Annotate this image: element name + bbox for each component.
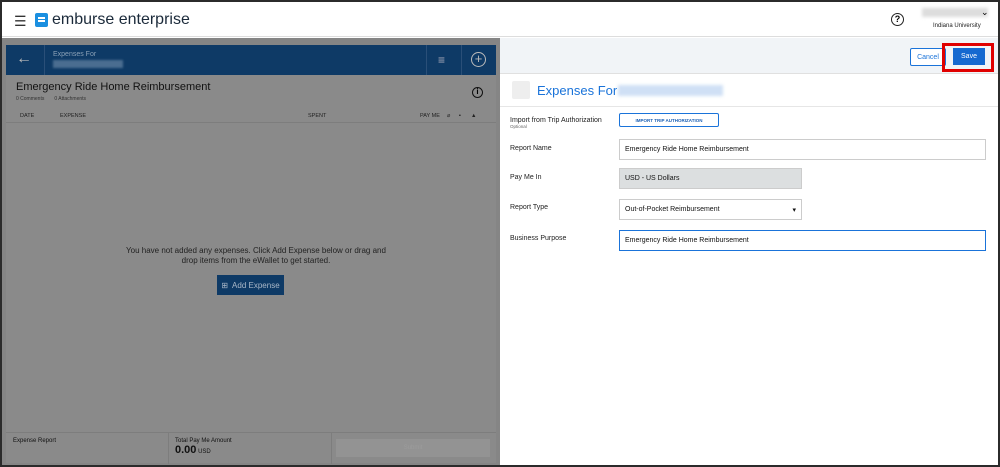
add-expense-label: Add Expense (232, 280, 280, 290)
col-date[interactable]: DATE (20, 113, 34, 119)
report-footer: Expense Report Total Pay Me Amount 0.00 U… (6, 432, 496, 464)
import-label: Import from Trip Authorization (510, 117, 602, 124)
col-pay-me[interactable]: PAY ME (420, 113, 440, 119)
report-type-label: Report Type (510, 204, 549, 211)
menu-icon[interactable]: ☰ (14, 13, 27, 30)
import-trip-authorization-button[interactable]: IMPORT TRIP AUTHORIZATION (619, 113, 719, 127)
user-name-redacted[interactable] (922, 8, 988, 17)
business-purpose-label: Business Purpose (510, 235, 567, 242)
logo[interactable]: emburse enterprise (35, 11, 190, 29)
total-label: Total Pay Me Amount (175, 438, 232, 444)
help-icon[interactable]: ? (891, 13, 904, 26)
report-form-panel: Cancel Save Expenses For Import from Tri… (500, 38, 998, 465)
header-subtitle: Expenses For (53, 51, 97, 58)
report-panel: ← Expenses For ≡ + Emergency Ride Home R… (2, 38, 500, 465)
report-title: Emergency Ride Home Reimbursement (16, 81, 211, 93)
total-amount: 0.00 (175, 444, 197, 456)
col-spent[interactable]: SPENT (308, 113, 326, 119)
report-type-select[interactable]: Out-of-Pocket Reimbursement ▾ (619, 199, 802, 220)
back-arrow-icon[interactable]: ← (16, 50, 32, 68)
optional-hint: Optional (510, 124, 527, 129)
comments-link[interactable]: 0 Comments (16, 96, 44, 102)
top-bar: ☰ emburse enterprise ? ⌄ Indiana Univers… (2, 2, 998, 37)
wallet-icon (512, 81, 530, 99)
info-icon[interactable]: i (472, 87, 483, 98)
pay-me-in-label: Pay Me In (510, 174, 542, 181)
employee-name-redacted (618, 85, 723, 96)
employee-name-redacted (53, 60, 123, 68)
add-circle-icon[interactable]: + (471, 52, 486, 67)
app-window: ☰ emburse enterprise ? ⌄ Indiana Univers… (2, 2, 998, 465)
report-name-input[interactable]: Emergency Ride Home Reimbursement (619, 139, 986, 160)
submit-button[interactable]: Submit (336, 439, 490, 457)
organization-name: Indiana University (933, 23, 981, 29)
expense-table-header: DATE EXPENSE SPENT PAY ME ⌀ ▪ ▲ (6, 109, 496, 123)
emburse-logo-icon (35, 13, 48, 27)
pay-me-in-field: USD - US Dollars (619, 168, 802, 189)
comment-icon: ▪ (459, 113, 461, 119)
form-title: Expenses For (537, 83, 618, 98)
brand-name: emburse enterprise (52, 11, 190, 28)
report-name-label: Report Name (510, 145, 552, 152)
paperclip-icon: ⌀ (447, 113, 451, 119)
cancel-button[interactable]: Cancel (910, 48, 946, 66)
empty-state-message: You have not added any expenses. Click A… (126, 246, 386, 265)
total-currency: USD (198, 449, 211, 455)
chevron-down-icon[interactable]: ⌄ (981, 7, 989, 18)
warning-icon: ▲ (471, 113, 477, 119)
footer-label: Expense Report (6, 433, 169, 464)
attachments-link[interactable]: 0 Attachments (54, 96, 86, 102)
report-type-value: Out-of-Pocket Reimbursement (625, 206, 720, 213)
plus-icon: ⊞ (221, 280, 229, 290)
sort-icon[interactable]: ≡ (438, 53, 445, 67)
business-purpose-input[interactable]: Emergency Ride Home Reimbursement (619, 230, 986, 251)
report-header: ← Expenses For ≡ + (6, 45, 496, 75)
col-expense[interactable]: EXPENSE (60, 113, 86, 119)
form-toolbar: Cancel Save (500, 38, 998, 74)
add-expense-button[interactable]: ⊞ Add Expense (217, 275, 284, 295)
dropdown-arrow-icon: ▾ (792, 206, 796, 214)
highlight-box (942, 43, 994, 72)
